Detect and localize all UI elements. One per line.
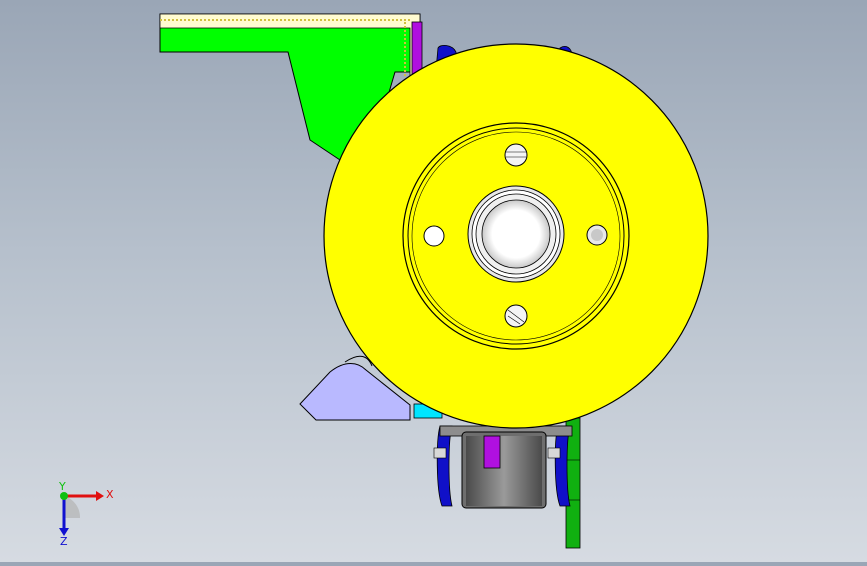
bolt-hole-bottom (504, 304, 528, 328)
axis-triad: X Y Z (40, 478, 120, 548)
cad-viewport[interactable] (0, 0, 867, 562)
bolt-hole-left (423, 225, 445, 247)
center-bore (467, 185, 565, 283)
y-axis-dot (60, 492, 68, 500)
caliper-assembly[interactable] (433, 425, 573, 509)
bolt-hole-top (504, 143, 528, 167)
bolt-hole-right (586, 224, 608, 246)
y-axis-label: Y (58, 480, 66, 493)
z-axis-label: Z (60, 535, 68, 548)
x-axis-label: X (106, 488, 114, 501)
